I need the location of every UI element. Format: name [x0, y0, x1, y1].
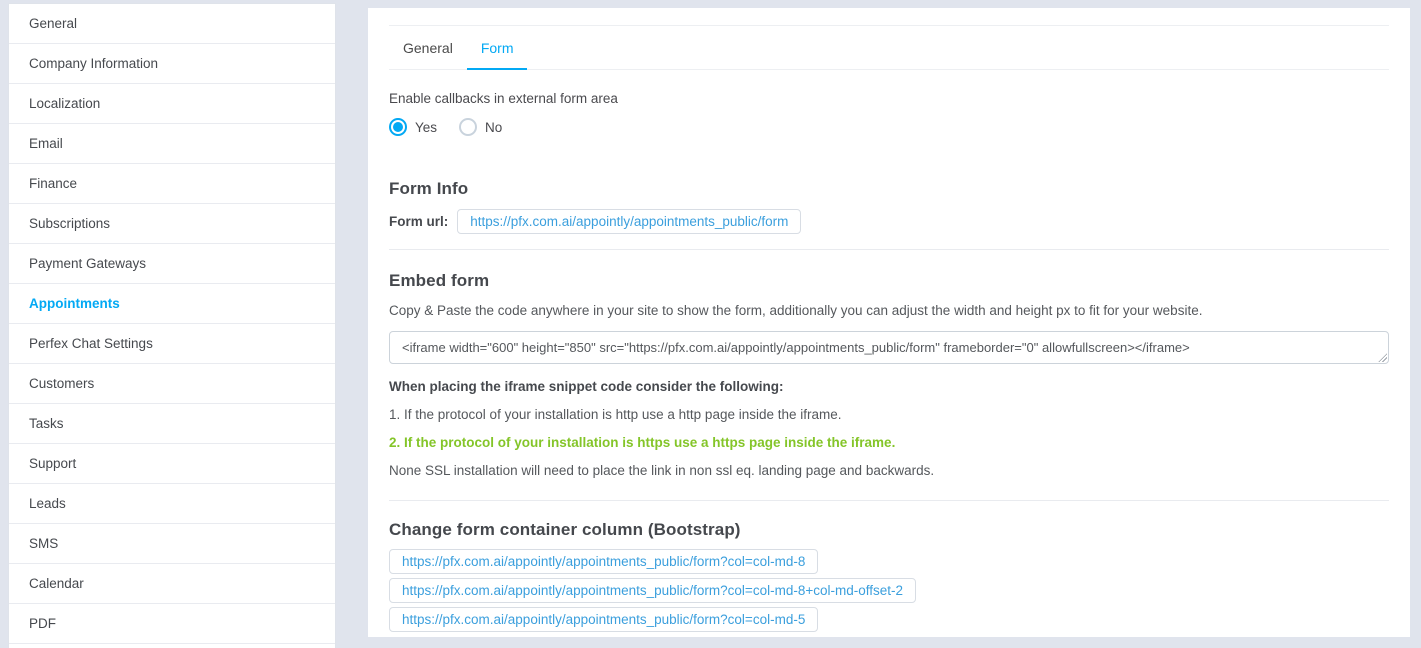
sidebar-item-perfex-chat-settings[interactable]: Perfex Chat Settings	[9, 324, 335, 364]
iframe-note-3: None SSL installation will need to place…	[389, 464, 1389, 478]
sidebar-item-label: Customers	[29, 376, 94, 391]
iframe-note-1: 1. If the protocol of your installation …	[389, 408, 1389, 422]
sidebar-item-label: PDF	[29, 616, 56, 631]
form-url-row: Form url: https://pfx.com.ai/appointly/a…	[389, 209, 1389, 234]
tab-label: Form	[481, 40, 514, 56]
enable-callbacks-label: Enable callbacks in external form area	[389, 91, 1389, 106]
tab-general[interactable]: General	[389, 26, 467, 69]
sidebar-item-label: Subscriptions	[29, 216, 110, 231]
sidebar-item-localization[interactable]: Localization	[9, 84, 335, 124]
embed-form-title: Embed form	[389, 271, 1389, 291]
divider	[389, 249, 1389, 250]
sidebar-item-label: Tasks	[29, 416, 64, 431]
iframe-notes: When placing the iframe snippet code con…	[389, 380, 1389, 478]
sidebar-item-label: Payment Gateways	[29, 256, 146, 271]
sidebar-item-leads[interactable]: Leads	[9, 484, 335, 524]
sidebar-item-tasks[interactable]: Tasks	[9, 404, 335, 444]
embed-code-input[interactable]: <iframe width="600" height="850" src="ht…	[389, 331, 1389, 364]
enable-callbacks-radio-group: Yes No	[389, 118, 1389, 136]
sidebar-item-label: Finance	[29, 176, 77, 191]
sidebar-item-label: Support	[29, 456, 76, 471]
sidebar-item-payment-gateways[interactable]: Payment Gateways	[9, 244, 335, 284]
radio-yes-label[interactable]: Yes	[415, 120, 437, 135]
settings-panel: General Form Enable callbacks in externa…	[368, 8, 1410, 637]
sidebar-item-label: General	[29, 16, 77, 31]
sidebar-item-label: Appointments	[29, 296, 120, 311]
iframe-note-2: 2. If the protocol of your installation …	[389, 436, 1389, 450]
sidebar-item-label: Perfex Chat Settings	[29, 336, 153, 351]
sidebar-item-label: Company Information	[29, 56, 158, 71]
embed-form-description: Copy & Paste the code anywhere in your s…	[389, 303, 1389, 318]
sidebar-item-calendar[interactable]: Calendar	[9, 564, 335, 604]
radio-no[interactable]	[459, 118, 477, 136]
sidebar-item-subscriptions[interactable]: Subscriptions	[9, 204, 335, 244]
sidebar-item-label: Localization	[29, 96, 100, 111]
embed-code-wrapper: <iframe width="600" height="850" src="ht…	[389, 331, 1389, 364]
sidebar-item-finance[interactable]: Finance	[9, 164, 335, 204]
sidebar-item-company-information[interactable]: Company Information	[9, 44, 335, 84]
sidebar-item-label: Email	[29, 136, 63, 151]
bootstrap-links: https://pfx.com.ai/appointly/appointment…	[389, 549, 1389, 632]
iframe-note-heading: When placing the iframe snippet code con…	[389, 380, 1389, 394]
bootstrap-column-title: Change form container column (Bootstrap)	[389, 520, 1389, 540]
tab-form[interactable]: Form	[467, 26, 528, 69]
resize-handle-icon[interactable]	[1378, 353, 1387, 362]
divider	[389, 500, 1389, 501]
sidebar-item-label: Calendar	[29, 576, 84, 591]
radio-yes[interactable]	[389, 118, 407, 136]
bootstrap-link-col-md-8[interactable]: https://pfx.com.ai/appointly/appointment…	[389, 549, 818, 574]
form-url-link[interactable]: https://pfx.com.ai/appointly/appointment…	[457, 209, 801, 234]
bootstrap-link-col-md-8-offset-2[interactable]: https://pfx.com.ai/appointly/appointment…	[389, 578, 916, 603]
radio-no-label[interactable]: No	[485, 120, 502, 135]
bootstrap-link-col-md-5[interactable]: https://pfx.com.ai/appointly/appointment…	[389, 607, 818, 632]
sidebar-item-email[interactable]: Email	[9, 124, 335, 164]
form-url-label: Form url:	[389, 214, 448, 229]
sidebar-item-appointments[interactable]: Appointments	[9, 284, 335, 324]
sidebar-item-customers[interactable]: Customers	[9, 364, 335, 404]
sidebar-item-pdf[interactable]: PDF	[9, 604, 335, 644]
sidebar-item-general[interactable]: General	[9, 4, 335, 44]
tab-label: General	[403, 40, 453, 56]
settings-sidebar: General Company Information Localization…	[8, 3, 336, 648]
sidebar-item-support[interactable]: Support	[9, 444, 335, 484]
form-info-title: Form Info	[389, 179, 1389, 199]
sidebar-item-sms[interactable]: SMS	[9, 524, 335, 564]
sidebar-item-label: Leads	[29, 496, 66, 511]
sidebar-item-label: SMS	[29, 536, 58, 551]
sidebar-item-partial[interactable]	[9, 644, 335, 648]
appointments-settings-tabs: General Form	[389, 25, 1389, 70]
